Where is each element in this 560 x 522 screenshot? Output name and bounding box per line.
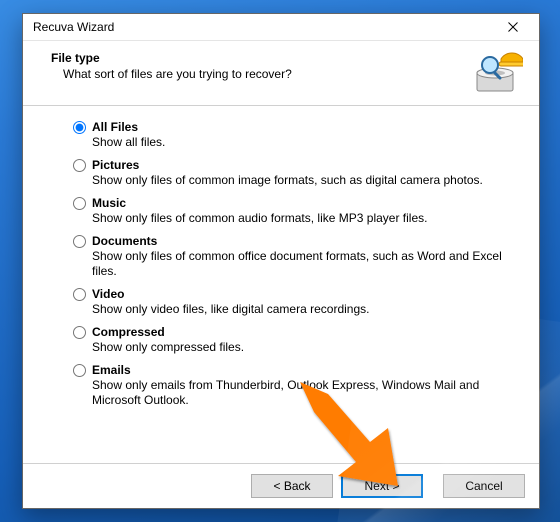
desktop-background: Recuva Wizard File type What sort of fil… xyxy=(0,0,560,522)
option-all-label: All Files xyxy=(92,120,517,135)
header-subheading: What sort of files are you trying to rec… xyxy=(63,67,292,81)
option-music-label: Music xyxy=(92,196,517,211)
option-pictures[interactable]: PicturesShow only files of common image … xyxy=(73,158,517,188)
options-area: All FilesShow all files.PicturesShow onl… xyxy=(23,106,539,463)
option-video[interactable]: VideoShow only video files, like digital… xyxy=(73,287,517,317)
option-pictures-desc: Show only files of common image formats,… xyxy=(92,173,517,188)
back-button[interactable]: < Back xyxy=(251,474,333,498)
option-compressed-label: Compressed xyxy=(92,325,517,340)
option-music-radio[interactable] xyxy=(73,197,86,210)
option-pictures-label: Pictures xyxy=(92,158,517,173)
option-documents[interactable]: DocumentsShow only files of common offic… xyxy=(73,234,517,279)
option-all-text: All FilesShow all files. xyxy=(92,120,517,150)
header-text: File type What sort of files are you try… xyxy=(51,51,292,81)
option-compressed-text: CompressedShow only compressed files. xyxy=(92,325,517,355)
option-emails-radio[interactable] xyxy=(73,364,86,377)
option-documents-desc: Show only files of common office documen… xyxy=(92,249,517,279)
cancel-button[interactable]: Cancel xyxy=(443,474,525,498)
option-documents-radio[interactable] xyxy=(73,235,86,248)
option-all-desc: Show all files. xyxy=(92,135,517,150)
option-all[interactable]: All FilesShow all files. xyxy=(73,120,517,150)
option-documents-label: Documents xyxy=(92,234,517,249)
window-title: Recuva Wizard xyxy=(33,20,114,34)
option-music[interactable]: MusicShow only files of common audio for… xyxy=(73,196,517,226)
next-button[interactable]: Next > xyxy=(341,474,423,498)
option-emails[interactable]: EmailsShow only emails from Thunderbird,… xyxy=(73,363,517,408)
option-video-radio[interactable] xyxy=(73,288,86,301)
option-video-desc: Show only video files, like digital came… xyxy=(92,302,517,317)
option-emails-desc: Show only emails from Thunderbird, Outlo… xyxy=(92,378,517,408)
option-documents-text: DocumentsShow only files of common offic… xyxy=(92,234,517,279)
option-compressed[interactable]: CompressedShow only compressed files. xyxy=(73,325,517,355)
header-heading: File type xyxy=(51,51,292,65)
option-emails-text: EmailsShow only emails from Thunderbird,… xyxy=(92,363,517,408)
wizard-window: Recuva Wizard File type What sort of fil… xyxy=(22,13,540,509)
option-video-label: Video xyxy=(92,287,517,302)
option-all-radio[interactable] xyxy=(73,121,86,134)
option-compressed-desc: Show only compressed files. xyxy=(92,340,517,355)
titlebar: Recuva Wizard xyxy=(23,14,539,41)
close-button[interactable] xyxy=(493,15,533,39)
option-emails-label: Emails xyxy=(92,363,517,378)
option-compressed-radio[interactable] xyxy=(73,326,86,339)
option-music-text: MusicShow only files of common audio for… xyxy=(92,196,517,226)
wizard-header: File type What sort of files are you try… xyxy=(23,41,539,106)
hard-drive-search-icon xyxy=(475,51,523,95)
option-pictures-radio[interactable] xyxy=(73,159,86,172)
wizard-footer: < Back Next > Cancel xyxy=(23,463,539,508)
option-music-desc: Show only files of common audio formats,… xyxy=(92,211,517,226)
option-pictures-text: PicturesShow only files of common image … xyxy=(92,158,517,188)
close-icon xyxy=(508,22,518,32)
option-video-text: VideoShow only video files, like digital… xyxy=(92,287,517,317)
